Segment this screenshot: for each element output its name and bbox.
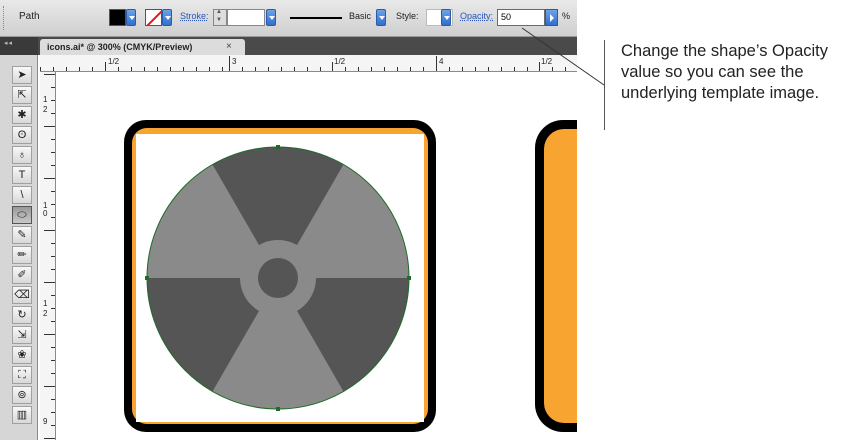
ruler-label: 1/2 <box>334 57 346 66</box>
rotate-tool[interactable]: ↻ <box>12 306 32 324</box>
opacity-field[interactable]: 50 <box>497 9 545 26</box>
pencil-tool[interactable]: ✏ <box>12 246 32 264</box>
callout-text: Change the shape’s Opacity value so you … <box>621 42 828 102</box>
control-bar-grip[interactable] <box>3 6 8 30</box>
selection-type-label: Path <box>19 11 40 22</box>
line-segment-tool[interactable]: \ <box>12 186 32 204</box>
free-transform-tool[interactable]: ⛶ <box>12 366 32 384</box>
opacity-unit: % <box>562 11 571 21</box>
collapse-icon[interactable]: ◂◂ <box>4 39 13 47</box>
anchor-point-right <box>407 276 411 280</box>
toolbox-header[interactable]: ◂◂ <box>0 37 38 55</box>
warp-tool[interactable]: ❀ <box>12 346 32 364</box>
stroke-color-dropdown-button[interactable] <box>162 9 172 26</box>
blob-brush-tool[interactable]: ✐ <box>12 266 32 284</box>
symbol-sprayer-tool[interactable]: ⊚ <box>12 386 32 404</box>
magic-wand-tool[interactable]: ✱ <box>12 106 32 124</box>
vertical-ruler-ticks: 1210129 <box>43 74 55 439</box>
ruler-label: 1/2 <box>108 57 120 66</box>
anchor-point-bottom <box>276 407 280 411</box>
artwork <box>124 120 577 432</box>
direct-selection-tool[interactable]: ⇱ <box>12 86 32 104</box>
anchor-point-top <box>276 145 280 149</box>
paintbrush-tool[interactable]: ✎ <box>12 226 32 244</box>
artboard-canvas[interactable] <box>56 72 577 440</box>
graph-tool[interactable]: ▥ <box>12 406 32 424</box>
next-icon-orange-background <box>544 129 577 423</box>
ruler-label: 1 <box>43 299 48 308</box>
ruler-label: 2 <box>43 105 48 114</box>
horizontal-ruler[interactable]: 1/2 3 1/2 4 1/2 <box>40 55 577 72</box>
brush-definition-dropdown-button[interactable] <box>376 9 386 26</box>
ruler-label: 4 <box>439 57 444 66</box>
stroke-label[interactable]: Stroke: <box>180 11 209 21</box>
selection-tool[interactable]: ➤ <box>12 66 32 84</box>
callout-bar <box>604 40 605 130</box>
ruler-label: 0 <box>43 209 48 218</box>
brush-definition-label: Basic <box>349 11 372 21</box>
vertical-ruler[interactable]: 1210129 <box>40 72 56 440</box>
ruler-label: 9 <box>43 417 48 426</box>
document-tab[interactable]: icons.ai* @ 300% (CMYK/Preview) <box>40 39 245 55</box>
anchor-point-left <box>145 276 149 280</box>
type-tool[interactable]: T <box>12 166 32 184</box>
stroke-weight-field[interactable] <box>227 9 265 26</box>
brush-stroke-preview <box>290 17 342 19</box>
ruler-label: 1 <box>43 95 48 104</box>
fill-dropdown-button[interactable] <box>126 9 136 26</box>
tools-panel: ➤ ⇱ ✱ ʘ ♁ T \ ⬭ ✎ ✏ ✐ ⌫ ↻ ⇲ ❀ ⛶ ⊚ ▥ <box>0 55 38 440</box>
lasso-tool[interactable]: ʘ <box>12 126 32 144</box>
pen-tool[interactable]: ♁ <box>12 146 32 164</box>
stroke-weight-stepper[interactable] <box>213 9 227 26</box>
fill-color-swatch[interactable] <box>109 9 126 26</box>
ruler-label: 2 <box>43 309 48 318</box>
close-tab-icon[interactable]: × <box>226 41 232 52</box>
eraser-tool[interactable]: ⌫ <box>12 286 32 304</box>
stroke-weight-dropdown-button[interactable] <box>266 9 276 26</box>
graphic-style-dropdown-button[interactable] <box>441 9 451 26</box>
ruler-label: 1/2 <box>541 57 553 66</box>
ruler-label: 3 <box>232 57 237 66</box>
opacity-slider-button[interactable] <box>545 9 558 26</box>
style-label: Style: <box>396 11 419 21</box>
radiation-hub <box>258 258 298 298</box>
stroke-color-swatch[interactable] <box>145 9 162 26</box>
ellipse-tool[interactable]: ⬭ <box>12 206 32 224</box>
horizontal-ruler-ticks: 1/2 3 1/2 4 1/2 <box>40 56 566 71</box>
scale-tool[interactable]: ⇲ <box>12 326 32 344</box>
opacity-label[interactable]: Opacity: <box>460 11 493 21</box>
control-bar: Path Stroke: Basic Style: Opacity: 50 % <box>0 0 577 37</box>
